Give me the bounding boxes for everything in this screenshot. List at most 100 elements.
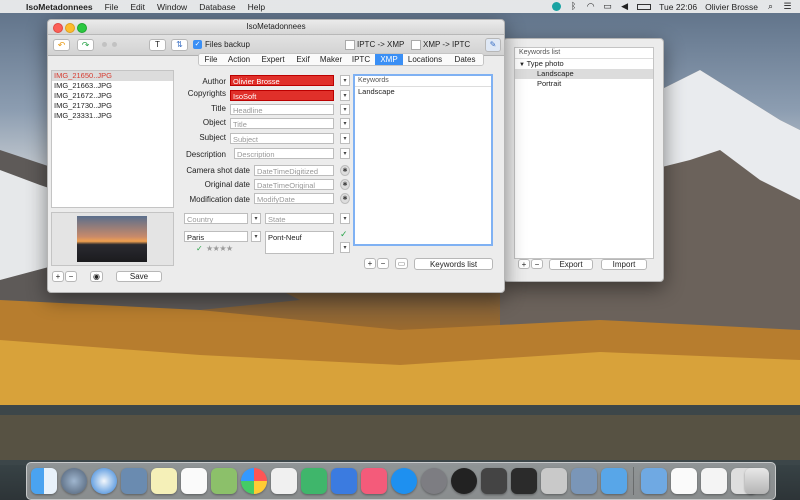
tree-item-landscape[interactable]: Landscape <box>515 69 653 79</box>
add-keyword-button[interactable]: + <box>518 259 530 269</box>
terminal-icon[interactable] <box>511 468 537 494</box>
rating-stars[interactable]: ★★★★ <box>206 244 233 253</box>
import-button[interactable]: Import <box>601 259 647 270</box>
add-keyword-entry-button[interactable]: + <box>364 258 376 269</box>
clock[interactable]: Tue 22:06 <box>659 2 697 12</box>
camera-shot-date-options-icon[interactable]: ✱ <box>340 165 350 176</box>
trash-icon[interactable] <box>745 468 769 494</box>
remove-keyword-entry-button[interactable]: − <box>377 258 389 269</box>
preview-app-icon[interactable] <box>571 468 597 494</box>
applications-folder-icon[interactable] <box>641 468 667 494</box>
tab-action[interactable]: Action <box>223 54 256 65</box>
tab-dates[interactable]: Dates <box>447 54 483 65</box>
zoom-window-icon[interactable] <box>77 23 87 33</box>
file-list-item[interactable]: IMG_21730..JPG <box>52 101 173 111</box>
utility-app-icon[interactable] <box>541 468 567 494</box>
state-dropdown-icon[interactable]: ▾ <box>340 213 350 224</box>
description-dropdown-icon[interactable]: ▾ <box>340 148 350 159</box>
tab-maker[interactable]: Maker <box>315 54 348 65</box>
keynote-icon[interactable] <box>331 468 357 494</box>
menu-window[interactable]: Window <box>157 2 187 12</box>
finder-icon[interactable] <box>31 468 57 494</box>
object-field[interactable]: Title <box>230 118 334 129</box>
subject-dropdown-icon[interactable]: ▾ <box>340 133 350 144</box>
user-name[interactable]: Olivier Brosse <box>705 2 758 12</box>
photos-icon[interactable] <box>241 468 267 494</box>
keywords-panel[interactable]: Keywords Landscape <box>353 74 493 246</box>
battery-icon[interactable] <box>637 3 652 10</box>
file-list-item[interactable]: IMG_21672..JPG <box>52 91 173 101</box>
disclosure-triangle-icon[interactable]: ▼ <box>519 62 527 68</box>
image-tool-icon[interactable] <box>481 468 507 494</box>
subject-field[interactable]: Subject <box>230 133 334 144</box>
maps-icon[interactable] <box>211 468 237 494</box>
author-dropdown-icon[interactable]: ▾ <box>340 75 350 86</box>
original-date-field[interactable]: DateTimeOriginal <box>254 179 334 190</box>
pages-icon[interactable] <box>271 468 297 494</box>
launchpad-icon[interactable] <box>61 468 87 494</box>
wifi-icon[interactable]: ◠ <box>586 2 595 11</box>
isometadonnees-app-icon[interactable] <box>601 468 627 494</box>
sort-icon[interactable]: ⇅ <box>171 39 188 51</box>
documents-stack-icon[interactable] <box>671 468 697 494</box>
notes-icon[interactable] <box>151 468 177 494</box>
file-list-item[interactable]: IMG_21663..JPG <box>52 81 173 91</box>
tab-iptc[interactable]: IPTC <box>347 54 376 65</box>
keyword-options-icon[interactable]: ▭ <box>395 258 408 269</box>
add-file-button[interactable]: + <box>52 271 64 282</box>
menu-help[interactable]: Help <box>248 2 265 12</box>
object-dropdown-icon[interactable]: ▾ <box>340 118 350 129</box>
menu-database[interactable]: Database <box>199 2 235 12</box>
title-field[interactable]: Headline <box>230 104 334 115</box>
close-window-icon[interactable] <box>53 23 63 33</box>
location-field[interactable]: Pont-Neuf <box>265 231 334 254</box>
keyword-item[interactable]: Landscape <box>355 87 491 97</box>
tree-root-type-photo[interactable]: ▼ Type photo <box>515 59 653 69</box>
tab-file[interactable]: File <box>199 54 224 65</box>
keywords-list-button[interactable]: Keywords list <box>414 258 493 270</box>
tree-item-portrait[interactable]: Portrait <box>515 79 653 89</box>
modification-date-options-icon[interactable]: ✱ <box>340 193 350 204</box>
menu-app-name[interactable]: IsoMetadonnees <box>26 2 93 12</box>
apple-menu-icon[interactable] <box>8 2 18 12</box>
state-field[interactable]: State <box>265 213 334 224</box>
redo-icon[interactable]: ↷ <box>77 39 94 51</box>
safari-icon[interactable] <box>91 468 117 494</box>
location-dropdown-icon[interactable]: ▾ <box>340 242 350 253</box>
app-store-icon[interactable] <box>391 468 417 494</box>
reminders-icon[interactable] <box>181 468 207 494</box>
preview-eye-icon[interactable]: ◉ <box>90 271 103 282</box>
downloads-stack-icon[interactable] <box>701 468 727 494</box>
camera-app-icon[interactable] <box>451 468 477 494</box>
tab-exif[interactable]: Exif <box>291 54 316 65</box>
city-field[interactable]: Paris <box>184 231 248 242</box>
text-tool-icon[interactable]: T <box>149 39 166 51</box>
undo-icon[interactable]: ↶ <box>53 39 70 51</box>
eraser-icon[interactable]: ✎ <box>485 38 501 52</box>
country-dropdown-icon[interactable]: ▾ <box>251 213 261 224</box>
author-field[interactable]: Olivier Brosse <box>230 75 334 86</box>
copyrights-field[interactable]: IsoSoft <box>230 90 334 101</box>
country-field[interactable]: Country <box>184 213 248 224</box>
save-button[interactable]: Save <box>116 271 162 282</box>
notification-center-icon[interactable]: ☰ <box>783 2 792 11</box>
remove-keyword-button[interactable]: − <box>531 259 543 269</box>
location-confirm-icon[interactable]: ✓ <box>340 229 348 240</box>
photo-viewer-icon[interactable] <box>121 468 147 494</box>
xmp-to-iptc-checkbox[interactable] <box>411 40 421 50</box>
camera-shot-date-field[interactable]: DateTimeDigitized <box>254 165 334 176</box>
menu-edit[interactable]: Edit <box>130 2 145 12</box>
system-preferences-icon[interactable] <box>421 468 447 494</box>
music-icon[interactable] <box>361 468 387 494</box>
numbers-icon[interactable] <box>301 468 327 494</box>
spotlight-search-icon[interactable]: ⌕ <box>766 2 775 11</box>
minimize-window-icon[interactable] <box>65 23 75 33</box>
export-button[interactable]: Export <box>549 259 593 270</box>
modification-date-field[interactable]: ModifyDate <box>254 193 334 204</box>
file-list-item[interactable]: IMG_23331..JPG <box>52 111 173 121</box>
tab-expert[interactable]: Expert <box>255 54 292 65</box>
iptc-to-xmp-checkbox[interactable] <box>345 40 355 50</box>
sync-status-icon[interactable] <box>552 2 562 11</box>
files-backup-checkbox[interactable]: ✓ <box>193 40 202 49</box>
tab-locations[interactable]: Locations <box>403 54 448 65</box>
